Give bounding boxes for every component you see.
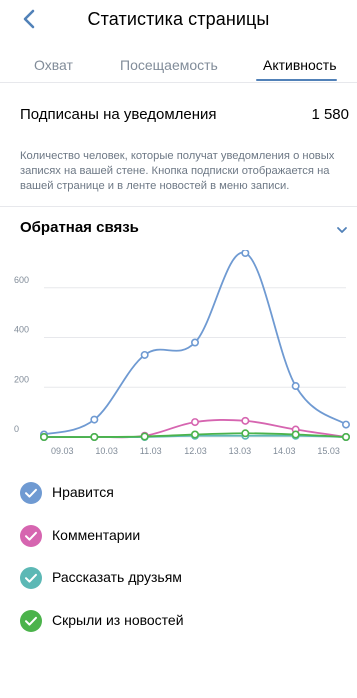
legend-label: Рассказать друзьям: [52, 569, 182, 585]
data-point: [140, 432, 149, 441]
legend-label: Комментарии: [52, 527, 141, 543]
active-tab-indicator: [256, 79, 337, 81]
check-icon: [20, 610, 42, 632]
check-icon: [20, 525, 42, 547]
x-tick-label: 14.03: [273, 446, 296, 456]
header: Статистика страницы: [0, 0, 357, 44]
feedback-line-chart: 0 200 400 600 09.03 10.03 11.03 12.03 13.03 14.03…: [14, 248, 350, 456]
data-point: [341, 433, 350, 442]
data-point: [90, 415, 99, 424]
tab-activity[interactable]: Активность: [263, 57, 337, 73]
legend-label: Нравится: [52, 484, 114, 500]
subscriptions-label: Подписаны на уведомления: [20, 106, 217, 123]
x-tick-label: 12.03: [184, 446, 207, 456]
x-tick-label: 09.03: [51, 446, 74, 456]
feedback-section-title: Обратная связь: [20, 219, 139, 236]
data-point: [191, 418, 200, 427]
data-point: [39, 433, 48, 442]
y-tick-label: 200: [14, 374, 29, 384]
data-point: [341, 420, 350, 429]
data-point: [90, 433, 99, 442]
x-tick-label: 15.03: [317, 446, 340, 456]
feedback-collapse-toggle[interactable]: [335, 223, 349, 237]
data-point: [191, 338, 200, 347]
tab-reach[interactable]: Охват: [34, 57, 73, 73]
data-point: [291, 382, 300, 391]
y-tick-label: 0: [14, 424, 19, 434]
page-title: Статистика страницы: [87, 9, 270, 29]
data-point: [291, 430, 300, 439]
data-point: [140, 350, 149, 359]
tab-bar: Охват Посещаемость Активность: [0, 52, 357, 83]
check-icon: [20, 567, 42, 589]
data-point: [191, 430, 200, 439]
x-tick-label: 13.03: [229, 446, 252, 456]
x-tick-label: 11.03: [140, 446, 162, 456]
chevron-down-icon: [337, 227, 347, 233]
data-point: [241, 429, 250, 438]
y-tick-label: 600: [14, 275, 29, 285]
subscriptions-description: Количество человек, которые получат увед…: [20, 150, 335, 192]
tab-attendance[interactable]: Посещаемость: [120, 57, 218, 73]
check-icon: [20, 482, 42, 504]
data-point: [241, 248, 250, 258]
legend-label: Скрыли из новостей: [52, 612, 184, 628]
data-point: [241, 416, 250, 425]
subscriptions-row: Подписаны на уведомления 1 580: [20, 106, 349, 126]
feedback-chart: 0 200 400 600 09.03 10.03 11.03 12.03 13.03 14.03…: [0, 248, 357, 460]
section-divider: [0, 206, 357, 207]
y-tick-label: 400: [14, 325, 29, 335]
subscriptions-value: 1 580: [311, 106, 349, 123]
x-tick-label: 10.03: [95, 446, 118, 456]
